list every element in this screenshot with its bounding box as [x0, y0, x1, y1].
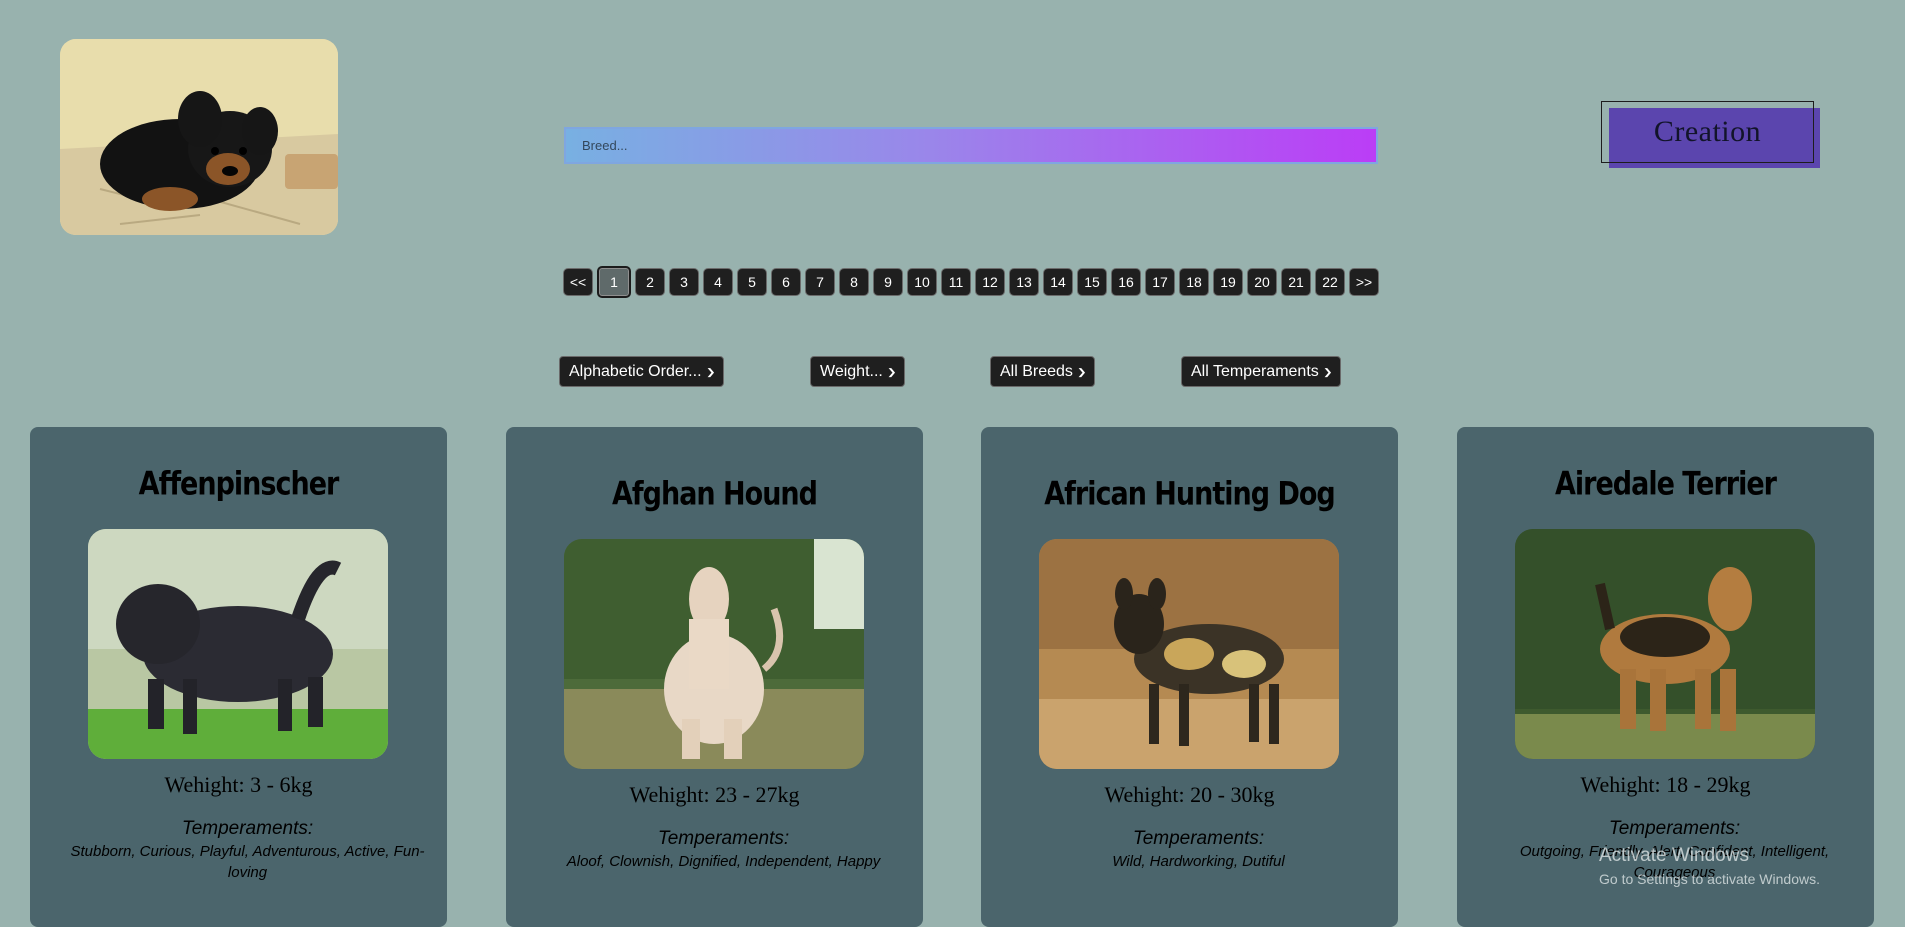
- breed-card[interactable]: Airedale Terrier Wehight: 18 - 29kg Temp…: [1457, 427, 1874, 927]
- page-button-13[interactable]: 13: [1009, 268, 1039, 296]
- page-button-21[interactable]: 21: [1281, 268, 1311, 296]
- breed-temperaments: Outgoing, Friendly, Alert, Confident, In…: [1519, 843, 1830, 881]
- page-button-22[interactable]: 22: [1315, 268, 1345, 296]
- temperaments-label: Temperaments:: [657, 828, 790, 849]
- breeds-select[interactable]: All Breeds ❯: [990, 356, 1096, 387]
- breed-weight: Wehight: 3 - 6kg: [164, 772, 313, 797]
- page-prev-button[interactable]: <<: [563, 268, 593, 296]
- chevron-down-icon: ❯: [705, 366, 716, 377]
- page-button-2[interactable]: 2: [635, 268, 665, 296]
- logo-image: [60, 39, 338, 235]
- temperaments-label: Temperaments:: [1608, 818, 1741, 839]
- breed-temperaments: Stubborn, Curious, Playful, Adventurous,…: [70, 843, 425, 881]
- page-button-7[interactable]: 7: [805, 268, 835, 296]
- breeds-select-label: All Breeds: [1000, 362, 1073, 380]
- page-button-6[interactable]: 6: [771, 268, 801, 296]
- breed-image: [1039, 539, 1339, 769]
- temperaments-select-label: All Temperaments: [1191, 362, 1319, 380]
- page-button-8[interactable]: 8: [839, 268, 869, 296]
- breed-search-input[interactable]: [564, 127, 1378, 164]
- page-button-19[interactable]: 19: [1213, 268, 1243, 296]
- chevron-down-icon: ❯: [1322, 366, 1333, 377]
- breed-name: Afghan Hound: [612, 476, 818, 513]
- breed-image: [564, 539, 864, 769]
- page-button-3[interactable]: 3: [669, 268, 699, 296]
- page-button-16[interactable]: 16: [1111, 268, 1141, 296]
- weight-select-label: Weight...: [820, 362, 883, 380]
- breed-name: Airedale Terrier: [1555, 466, 1777, 503]
- order-select[interactable]: Alphabetic Order... ❯: [559, 356, 725, 387]
- breed-weight: Wehight: 23 - 27kg: [629, 782, 800, 807]
- breed-image: [88, 529, 388, 759]
- temperaments-label: Temperaments:: [1132, 828, 1265, 849]
- page-button-9[interactable]: 9: [873, 268, 903, 296]
- breed-image: [1515, 529, 1815, 759]
- weight-select[interactable]: Weight... ❯: [810, 356, 906, 387]
- page-button-12[interactable]: 12: [975, 268, 1005, 296]
- page-button-18[interactable]: 18: [1179, 268, 1209, 296]
- page-button-5[interactable]: 5: [737, 268, 767, 296]
- breed-weight: Wehight: 20 - 30kg: [1104, 782, 1275, 807]
- breed-temperaments: Aloof, Clownish, Dignified, Independent,…: [566, 853, 881, 870]
- breed-weight: Wehight: 18 - 29kg: [1580, 772, 1751, 797]
- page-button-10[interactable]: 10: [907, 268, 937, 296]
- breed-temperaments: Wild, Hardworking, Dutiful: [1112, 853, 1285, 870]
- breed-card[interactable]: Afghan Hound Wehight: 23 - 27kg Temperam…: [506, 427, 923, 927]
- pagination: << 1 2 3 4 5 6 7 8 9 10 11 12 13 14 15 1…: [563, 266, 1379, 298]
- chevron-down-icon: ❯: [886, 366, 897, 377]
- page-next-button[interactable]: >>: [1349, 268, 1379, 296]
- breed-name: African Hunting Dog: [1044, 476, 1336, 513]
- page-button-14[interactable]: 14: [1043, 268, 1073, 296]
- temperaments-label: Temperaments:: [181, 818, 314, 839]
- page-button-11[interactable]: 11: [941, 268, 971, 296]
- page-button-4[interactable]: 4: [703, 268, 733, 296]
- chevron-down-icon: ❯: [1076, 366, 1087, 377]
- creation-button[interactable]: Creation: [1601, 101, 1814, 163]
- order-select-label: Alphabetic Order...: [569, 362, 702, 380]
- temperaments-select[interactable]: All Temperaments ❯: [1181, 356, 1342, 387]
- page-button-15[interactable]: 15: [1077, 268, 1107, 296]
- page-button-20[interactable]: 20: [1247, 268, 1277, 296]
- breed-card[interactable]: African Hunting Dog Wehight: 20 - 30kg T…: [981, 427, 1398, 927]
- page-button-1[interactable]: 1: [597, 266, 631, 298]
- breed-name: Affenpinscher: [138, 466, 340, 503]
- page-button-17[interactable]: 17: [1145, 268, 1175, 296]
- breed-card[interactable]: Affenpinscher Wehight: 3 - 6kg Temperame…: [30, 427, 447, 927]
